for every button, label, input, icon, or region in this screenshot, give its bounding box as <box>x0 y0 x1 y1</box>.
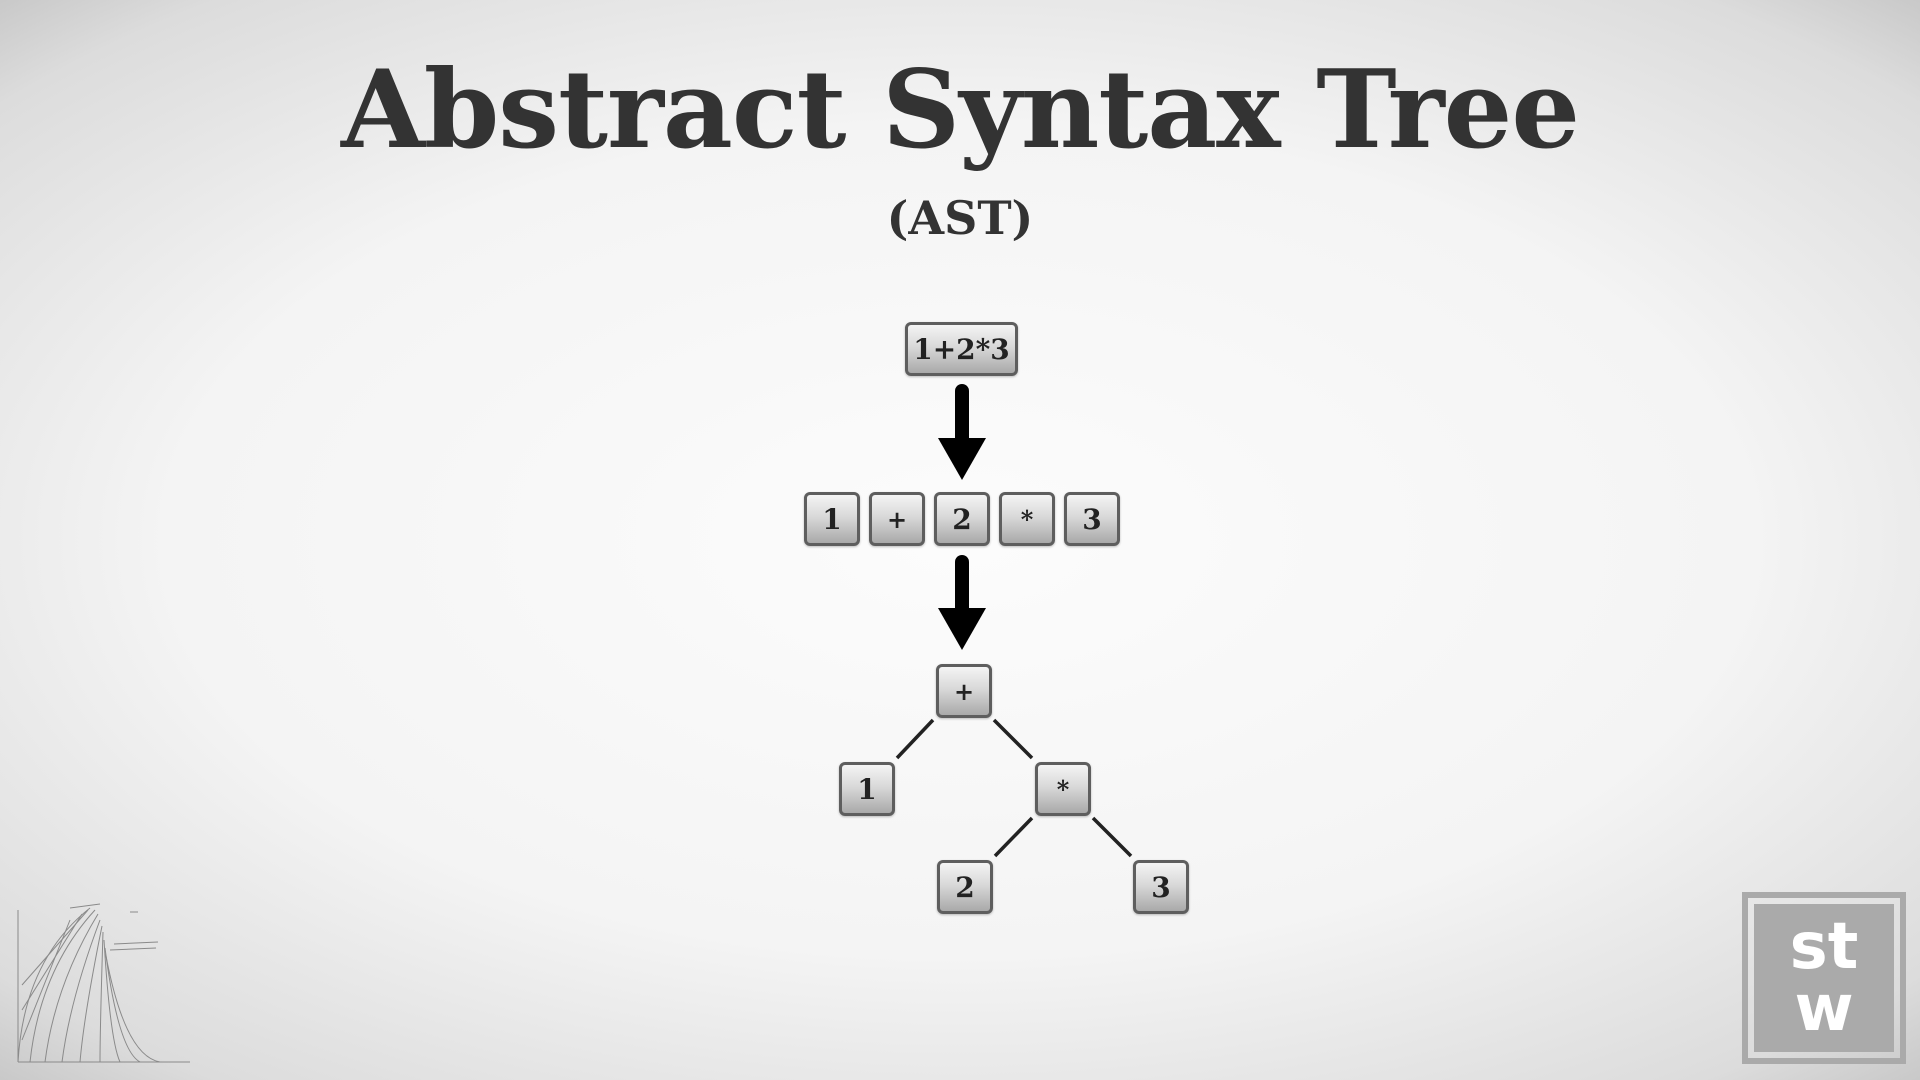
logo-line-1: st <box>1789 910 1859 984</box>
token-node: + <box>869 492 925 546</box>
token-node: 3 <box>1064 492 1120 546</box>
edge-star-to-2 <box>993 816 1034 858</box>
tree-node-right: * <box>1035 762 1091 816</box>
tree-node-left: 1 <box>839 762 895 816</box>
sketch-drawing-icon <box>17 903 190 1063</box>
token-node: * <box>999 492 1055 546</box>
arrow-down-2 <box>938 555 986 650</box>
edge-plus-to-star <box>992 718 1034 760</box>
stw-logo: st w <box>1742 892 1906 1064</box>
tree-node-right-left: 2 <box>937 860 993 914</box>
token-node: 2 <box>934 492 990 546</box>
edge-star-to-3 <box>1091 816 1133 858</box>
stw-logo-mark: st w <box>1754 904 1894 1052</box>
token-node: 1 <box>804 492 860 546</box>
tree-node-root: + <box>936 664 992 718</box>
arrow-down-1 <box>938 384 986 480</box>
expression-node: 1+2*3 <box>905 322 1018 376</box>
tree-node-right-right: 3 <box>1133 860 1189 914</box>
edge-plus-to-1 <box>895 718 935 760</box>
logo-line-2: w <box>1794 972 1854 1046</box>
